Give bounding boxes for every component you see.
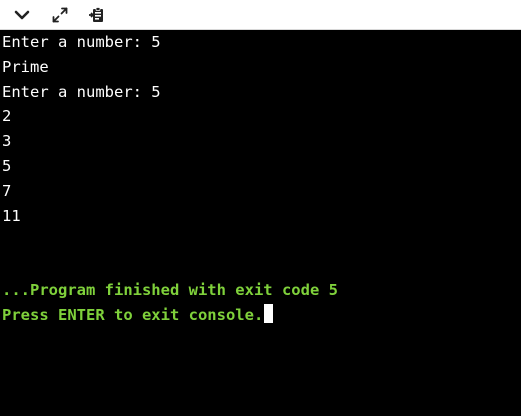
copy-output-button[interactable]	[86, 5, 108, 25]
console-line: 5	[2, 156, 12, 175]
text-cursor	[264, 303, 274, 323]
collapse-button[interactable]	[11, 5, 33, 25]
clipboard-export-icon	[89, 7, 103, 22]
console-line: 7	[2, 181, 12, 200]
console-line: Prime	[2, 57, 49, 76]
press-enter-text: Press ENTER to exit console.	[2, 305, 264, 324]
console-line: 2	[2, 107, 12, 126]
console-line: 11	[2, 206, 21, 225]
console-window: Enter a number: 5 Prime Enter a number: …	[0, 0, 521, 416]
console-line: Enter a number: 5	[2, 82, 161, 101]
expand-icon	[52, 7, 68, 23]
console-output[interactable]: Enter a number: 5 Prime Enter a number: …	[0, 30, 521, 416]
console-line: Enter a number: 5	[2, 33, 161, 51]
console-line: 3	[2, 132, 12, 151]
toolbar	[0, 0, 521, 30]
press-enter-prompt: Press ENTER to exit console.	[2, 303, 521, 328]
fullscreen-button[interactable]	[49, 5, 71, 25]
chevron-down-icon	[14, 10, 30, 20]
exit-code-message: ...Program finished with exit code 5	[2, 280, 338, 299]
